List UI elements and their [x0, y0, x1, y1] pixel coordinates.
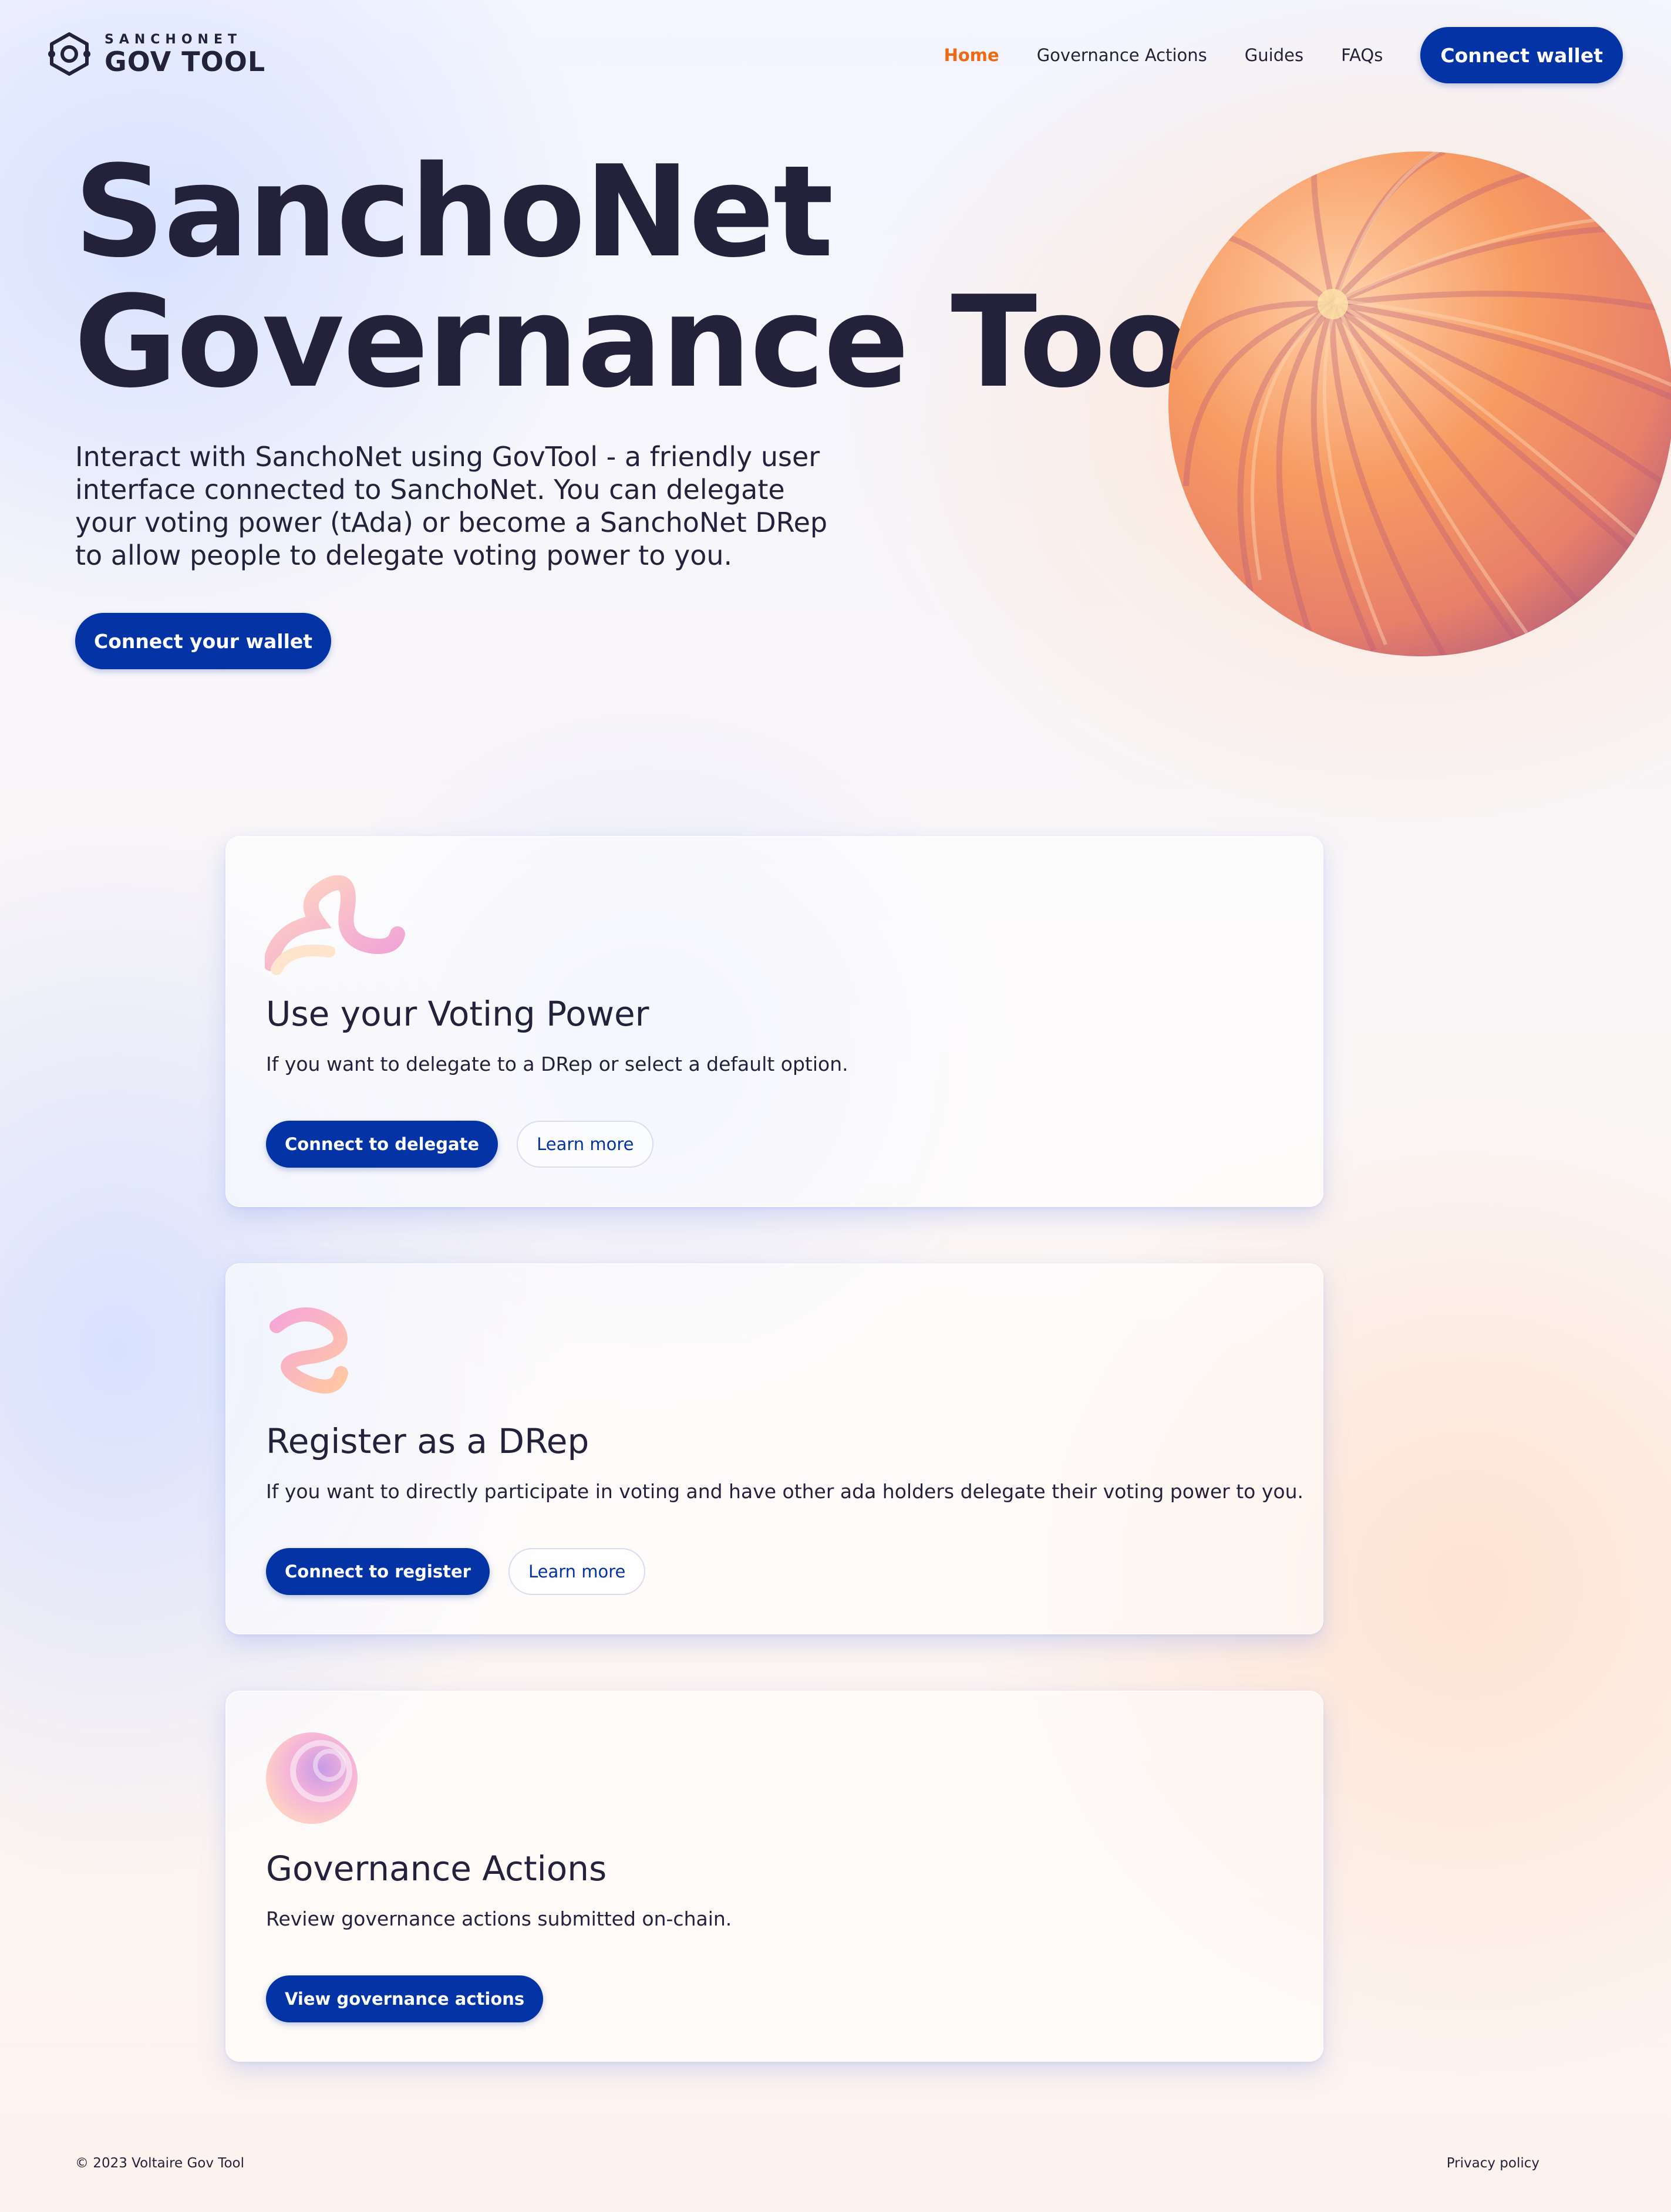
hero-description: Interact with SanchoNet using GovTool - … — [75, 441, 828, 571]
top-bar: SANCHONET GOV TOOL Home Governance Actio… — [0, 0, 1671, 112]
voting-power-card: Use your Voting Power If you want to del… — [225, 836, 1323, 1207]
main-nav: Home Governance Actions Guides FAQs Conn… — [944, 27, 1623, 83]
nav-faqs[interactable]: FAQs — [1341, 45, 1383, 65]
card-actions: Connect to delegate Learn more — [266, 1121, 654, 1168]
nav-guides[interactable]: Guides — [1245, 45, 1303, 65]
spiral-ball-icon — [266, 1732, 358, 1824]
copyright-text: © 2023 Voltaire Gov Tool — [75, 2156, 244, 2171]
logo-title: GOV TOOL — [105, 45, 266, 77]
hero-title-line-1: SanchoNet — [74, 138, 834, 285]
ribbon-loop-icon — [269, 1307, 348, 1394]
connect-to-register-button[interactable]: Connect to register — [266, 1548, 490, 1595]
nav-home[interactable]: Home — [944, 45, 999, 65]
logo-hexagon-icon — [48, 32, 90, 76]
card-description: If you want to directly participate in v… — [266, 1480, 1303, 1503]
connect-wallet-button[interactable]: Connect wallet — [1420, 27, 1623, 83]
nav-governance-actions[interactable]: Governance Actions — [1037, 45, 1207, 65]
hero-title: SanchoNet Governance Tool — [74, 138, 1234, 416]
ribbed-sphere-illustration — [1168, 151, 1671, 656]
connect-your-wallet-button[interactable]: Connect your wallet — [75, 613, 332, 669]
logo[interactable]: SANCHONET GOV TOOL — [45, 29, 265, 79]
learn-more-button[interactable]: Learn more — [508, 1548, 646, 1595]
card-actions: View governance actions — [266, 1975, 544, 2022]
view-governance-actions-button[interactable]: View governance actions — [266, 1975, 544, 2022]
hero-title-line-2: Governance Tool — [74, 268, 1234, 416]
card-actions: Connect to register Learn more — [266, 1548, 646, 1595]
logo-subtitle: SANCHONET — [105, 32, 242, 47]
learn-more-button[interactable]: Learn more — [517, 1121, 654, 1168]
card-title: Use your Voting Power — [266, 994, 649, 1034]
ribbon-swirl-icon — [265, 875, 405, 975]
register-drep-card: Register as a DRep If you want to direct… — [225, 1263, 1323, 1634]
connect-to-delegate-button[interactable]: Connect to delegate — [266, 1121, 498, 1168]
privacy-policy-link[interactable]: Privacy policy — [1447, 2156, 1539, 2171]
card-description: If you want to delegate to a DRep or sel… — [266, 1053, 848, 1075]
card-title: Governance Actions — [266, 1849, 607, 1889]
card-description: Review governance actions submitted on-c… — [266, 1907, 732, 1930]
governance-actions-card: Governance Actions Review governance act… — [225, 1691, 1323, 2062]
card-title: Register as a DRep — [266, 1421, 589, 1461]
